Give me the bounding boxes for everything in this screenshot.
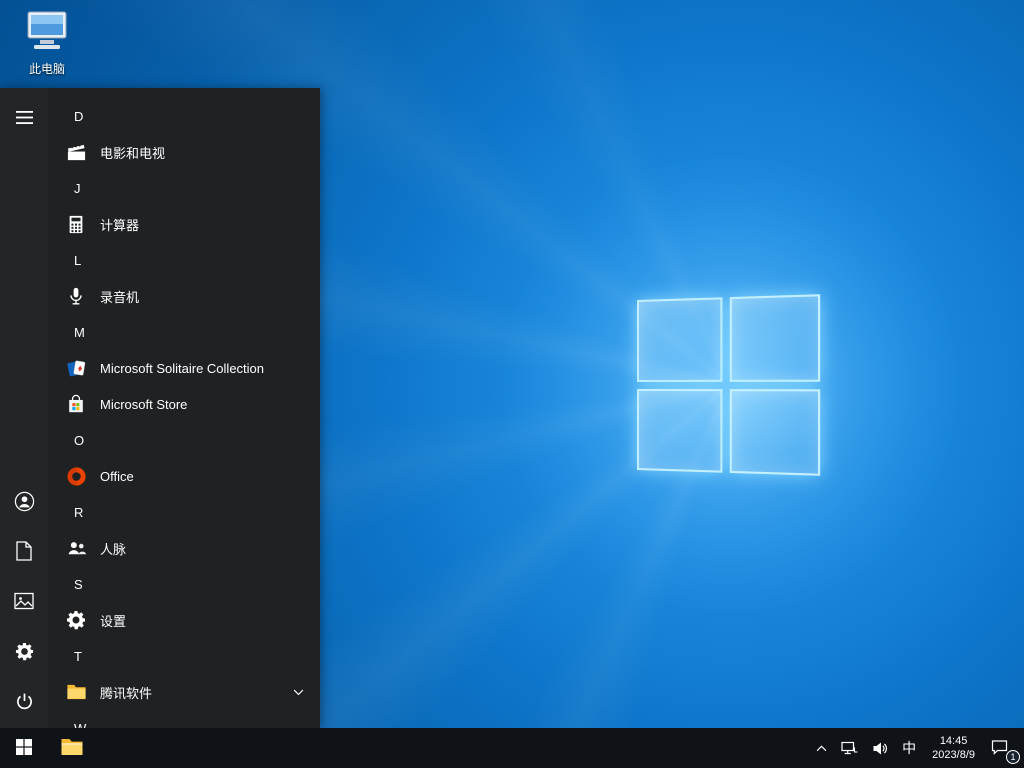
power-icon[interactable] (11, 688, 37, 714)
folder-icon (64, 680, 88, 704)
app-label: 人脉 (100, 541, 127, 557)
desktop-icon-label: 此电脑 (28, 62, 65, 76)
app-label: Microsoft Store (100, 396, 188, 412)
file-explorer-icon (60, 737, 84, 760)
app-label: 设置 (100, 613, 127, 629)
network-icon[interactable] (834, 728, 865, 768)
desktop-icon-this-pc[interactable]: 此电脑 (8, 10, 86, 77)
section-letter-l[interactable]: L (48, 242, 320, 278)
logo-pane (729, 294, 821, 382)
logo-pane (637, 297, 722, 382)
app-label: 电影和电视 (100, 145, 166, 161)
people-icon (64, 536, 88, 560)
section-letter-j[interactable]: J (48, 170, 320, 206)
app-item-voice-recorder[interactable]: 录音机 (48, 278, 320, 314)
section-letter-label: O (74, 432, 85, 448)
tray-date: 2023/8/9 (932, 749, 975, 761)
computer-icon (25, 10, 69, 57)
section-letter-r[interactable]: R (48, 494, 320, 530)
section-letter-s[interactable]: S (48, 566, 320, 602)
logo-pane (729, 388, 821, 476)
app-item-people[interactable]: 人脉 (48, 530, 320, 566)
app-item-calculator[interactable]: 计算器 (48, 206, 320, 242)
section-letter-label: T (74, 648, 82, 664)
tray-clock[interactable]: 14:45 2023/8/9 (923, 734, 984, 762)
app-item-microsoft-store[interactable]: Microsoft Store (48, 386, 320, 422)
section-letter-label: R (74, 504, 84, 520)
app-label: Microsoft Solitaire Collection (100, 360, 265, 376)
windows-logo-icon (16, 738, 32, 758)
store-icon (64, 392, 88, 416)
wallpaper-windows-logo (637, 294, 821, 476)
ime-indicator[interactable]: 中 (895, 728, 923, 768)
section-letter-m[interactable]: M (48, 314, 320, 350)
system-tray: 中 14:45 2023/8/9 1 (809, 728, 1024, 768)
app-label: 录音机 (100, 289, 140, 305)
chevron-down-icon[interactable] (293, 689, 304, 696)
solitaire-icon (64, 356, 88, 380)
section-letter-label: L (74, 252, 82, 268)
tray-chevron-up-icon[interactable] (809, 728, 834, 768)
settings-icon (64, 608, 88, 632)
section-letter-w[interactable]: W (48, 710, 320, 729)
notification-badge: 1 (1006, 750, 1020, 764)
rail-bottom-group (11, 488, 37, 728)
documents-icon[interactable] (11, 538, 37, 564)
file-explorer-button[interactable] (48, 728, 96, 768)
action-center-button[interactable]: 1 (984, 728, 1020, 768)
office-icon (64, 464, 88, 488)
start-menu-app-list: D 电影和电视 J 计算器 L 录音机 M Microsoft Solitair… (48, 88, 320, 728)
voice-recorder-icon (64, 284, 88, 308)
taskbar: 中 14:45 2023/8/9 1 (0, 728, 1024, 768)
start-menu: D 电影和电视 J 计算器 L 录音机 M Microsoft Solitair… (0, 88, 320, 728)
section-letter-label: W (74, 720, 87, 729)
logo-pane (637, 388, 722, 473)
app-label: 腾讯软件 (100, 685, 153, 701)
app-item-settings[interactable]: 设置 (48, 602, 320, 638)
section-letter-label: S (74, 576, 83, 592)
section-letter-label: J (74, 180, 81, 196)
app-item-office[interactable]: Office (48, 458, 320, 494)
settings-icon[interactable] (11, 638, 37, 664)
account-icon[interactable] (11, 488, 37, 514)
movies-tv-icon (64, 140, 88, 164)
hamburger-icon[interactable] (11, 104, 37, 130)
start-button[interactable] (0, 728, 48, 768)
section-letter-label: D (74, 108, 84, 124)
app-item-solitaire[interactable]: Microsoft Solitaire Collection (48, 350, 320, 386)
ime-label: 中 (902, 740, 917, 756)
app-item-tencent-folder[interactable]: 腾讯软件 (48, 674, 320, 710)
app-item-movies-tv[interactable]: 电影和电视 (48, 134, 320, 170)
section-letter-d[interactable]: D (48, 98, 320, 134)
app-label: Office (100, 468, 134, 484)
volume-icon[interactable] (865, 728, 895, 768)
section-letter-t[interactable]: T (48, 638, 320, 674)
section-letter-label: M (74, 324, 85, 340)
app-label: 计算器 (100, 217, 140, 233)
pictures-icon[interactable] (11, 588, 37, 614)
tray-time: 14:45 (939, 735, 968, 747)
section-letter-o[interactable]: O (48, 422, 320, 458)
calculator-icon (64, 212, 88, 236)
start-menu-rail (0, 88, 48, 728)
